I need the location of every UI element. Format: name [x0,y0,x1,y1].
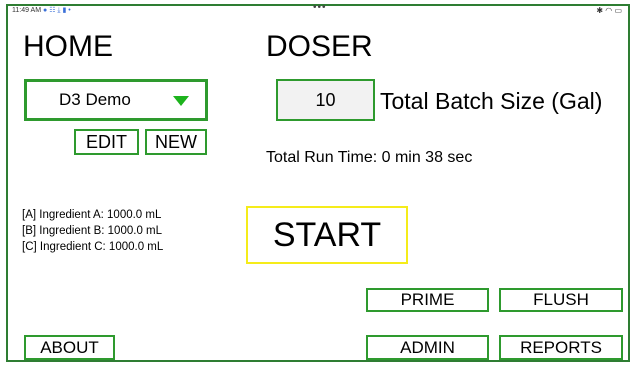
about-button[interactable]: ABOUT [24,335,115,360]
batch-size-label: Total Batch Size (Gal) [380,88,603,114]
doser-title: DOSER [266,30,373,63]
home-title: HOME [23,30,113,63]
edit-button[interactable]: EDIT [74,129,139,155]
recipe-dropdown-value: D3 Demo [59,90,131,109]
recipe-dropdown[interactable]: D3 Demo [24,79,208,121]
reports-button[interactable]: REPORTS [499,335,623,360]
status-bar: 11:49 AM ● ☷ ⤓ ▮ • ••• ✱ ◠ ▭ [8,2,628,18]
ingredient-list: [A] Ingredient A: 1000.0 mL [B] Ingredie… [22,207,163,255]
ingredient-item: [A] Ingredient A: 1000.0 mL [22,209,162,221]
dropdown-arrow-icon [173,96,189,106]
batch-size-input[interactable]: 10 [276,79,375,121]
status-icons-left: ● ☷ ⤓ ▮ • [43,7,71,14]
flush-button[interactable]: FLUSH [499,288,623,312]
system-status-icons: ✱ ◠ ▭ [596,6,622,15]
total-run-time: Total Run Time: 0 min 38 sec [266,149,473,166]
status-dots: ••• [313,2,327,13]
admin-button[interactable]: ADMIN [366,335,489,360]
status-time: 11:49 AM ● ☷ ⤓ ▮ • [12,7,71,14]
new-button[interactable]: NEW [145,129,207,155]
prime-button[interactable]: PRIME [366,288,489,312]
start-button[interactable]: START [246,206,408,264]
ingredient-item: [C] Ingredient C: 1000.0 mL [22,241,164,253]
ingredient-item: [B] Ingredient B: 1000.0 mL [22,225,163,237]
